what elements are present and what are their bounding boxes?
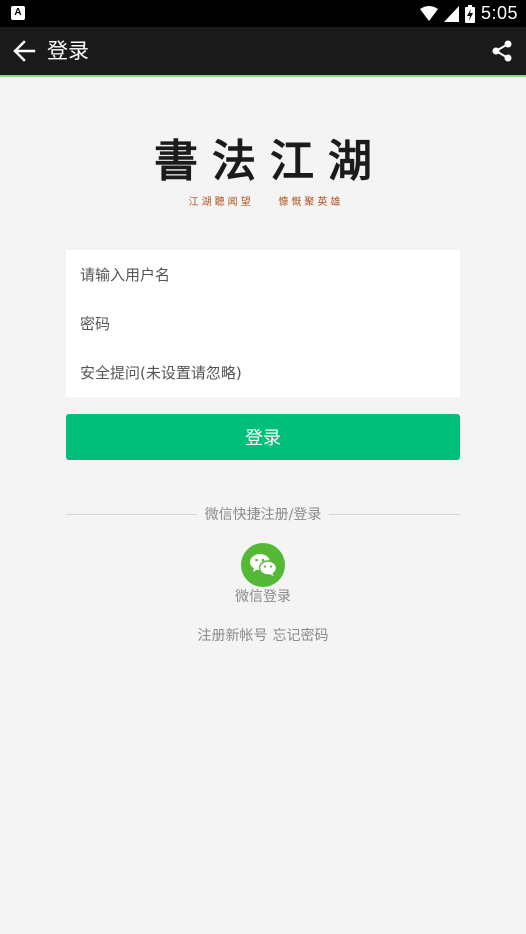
logo-title: 書法江湖 — [154, 136, 386, 187]
wechat-icon — [250, 554, 277, 576]
account-links: 注册新帐号 忘记密码 — [0, 626, 526, 646]
login-form — [66, 250, 460, 397]
username-input[interactable] — [66, 250, 460, 299]
login-button[interactable]: 登录 — [66, 414, 460, 460]
logo-subtitle: 江湖聽闻望 慷慨聚英雄 — [188, 197, 344, 208]
notification-app-icon: A — [11, 6, 25, 20]
register-link[interactable]: 注册新帐号 — [198, 628, 268, 644]
share-icon — [492, 40, 512, 62]
battery-charging-icon — [464, 4, 475, 23]
back-button[interactable] — [6, 33, 42, 69]
quick-login-divider: 微信快捷注册/登录 — [66, 503, 460, 525]
security-question-input[interactable] — [66, 348, 460, 397]
forgot-password-link[interactable]: 忘记密码 — [273, 628, 329, 644]
divider-line-left — [66, 513, 197, 515]
title-bar: 登录 — [0, 27, 526, 75]
quick-login-text: 微信快捷注册/登录 — [204, 507, 322, 523]
share-button[interactable] — [484, 33, 520, 69]
password-input[interactable] — [66, 299, 460, 348]
page-title: 登录 — [47, 39, 89, 63]
title-accent-line — [0, 75, 526, 77]
status-icons: 5:05 — [419, 2, 518, 25]
app-logo: 書法江湖 江湖聽闻望 慷慨聚英雄 — [0, 133, 526, 208]
arrow-left-icon — [13, 40, 36, 62]
status-time: 5:05 — [480, 3, 518, 23]
wifi-icon — [419, 5, 438, 21]
wechat-login-label[interactable]: 微信登录 — [0, 587, 526, 607]
status-bar: A 5:05 — [0, 0, 526, 27]
wechat-login-button[interactable] — [241, 543, 285, 587]
cell-signal-icon — [443, 5, 459, 22]
divider-line-right — [329, 513, 460, 515]
